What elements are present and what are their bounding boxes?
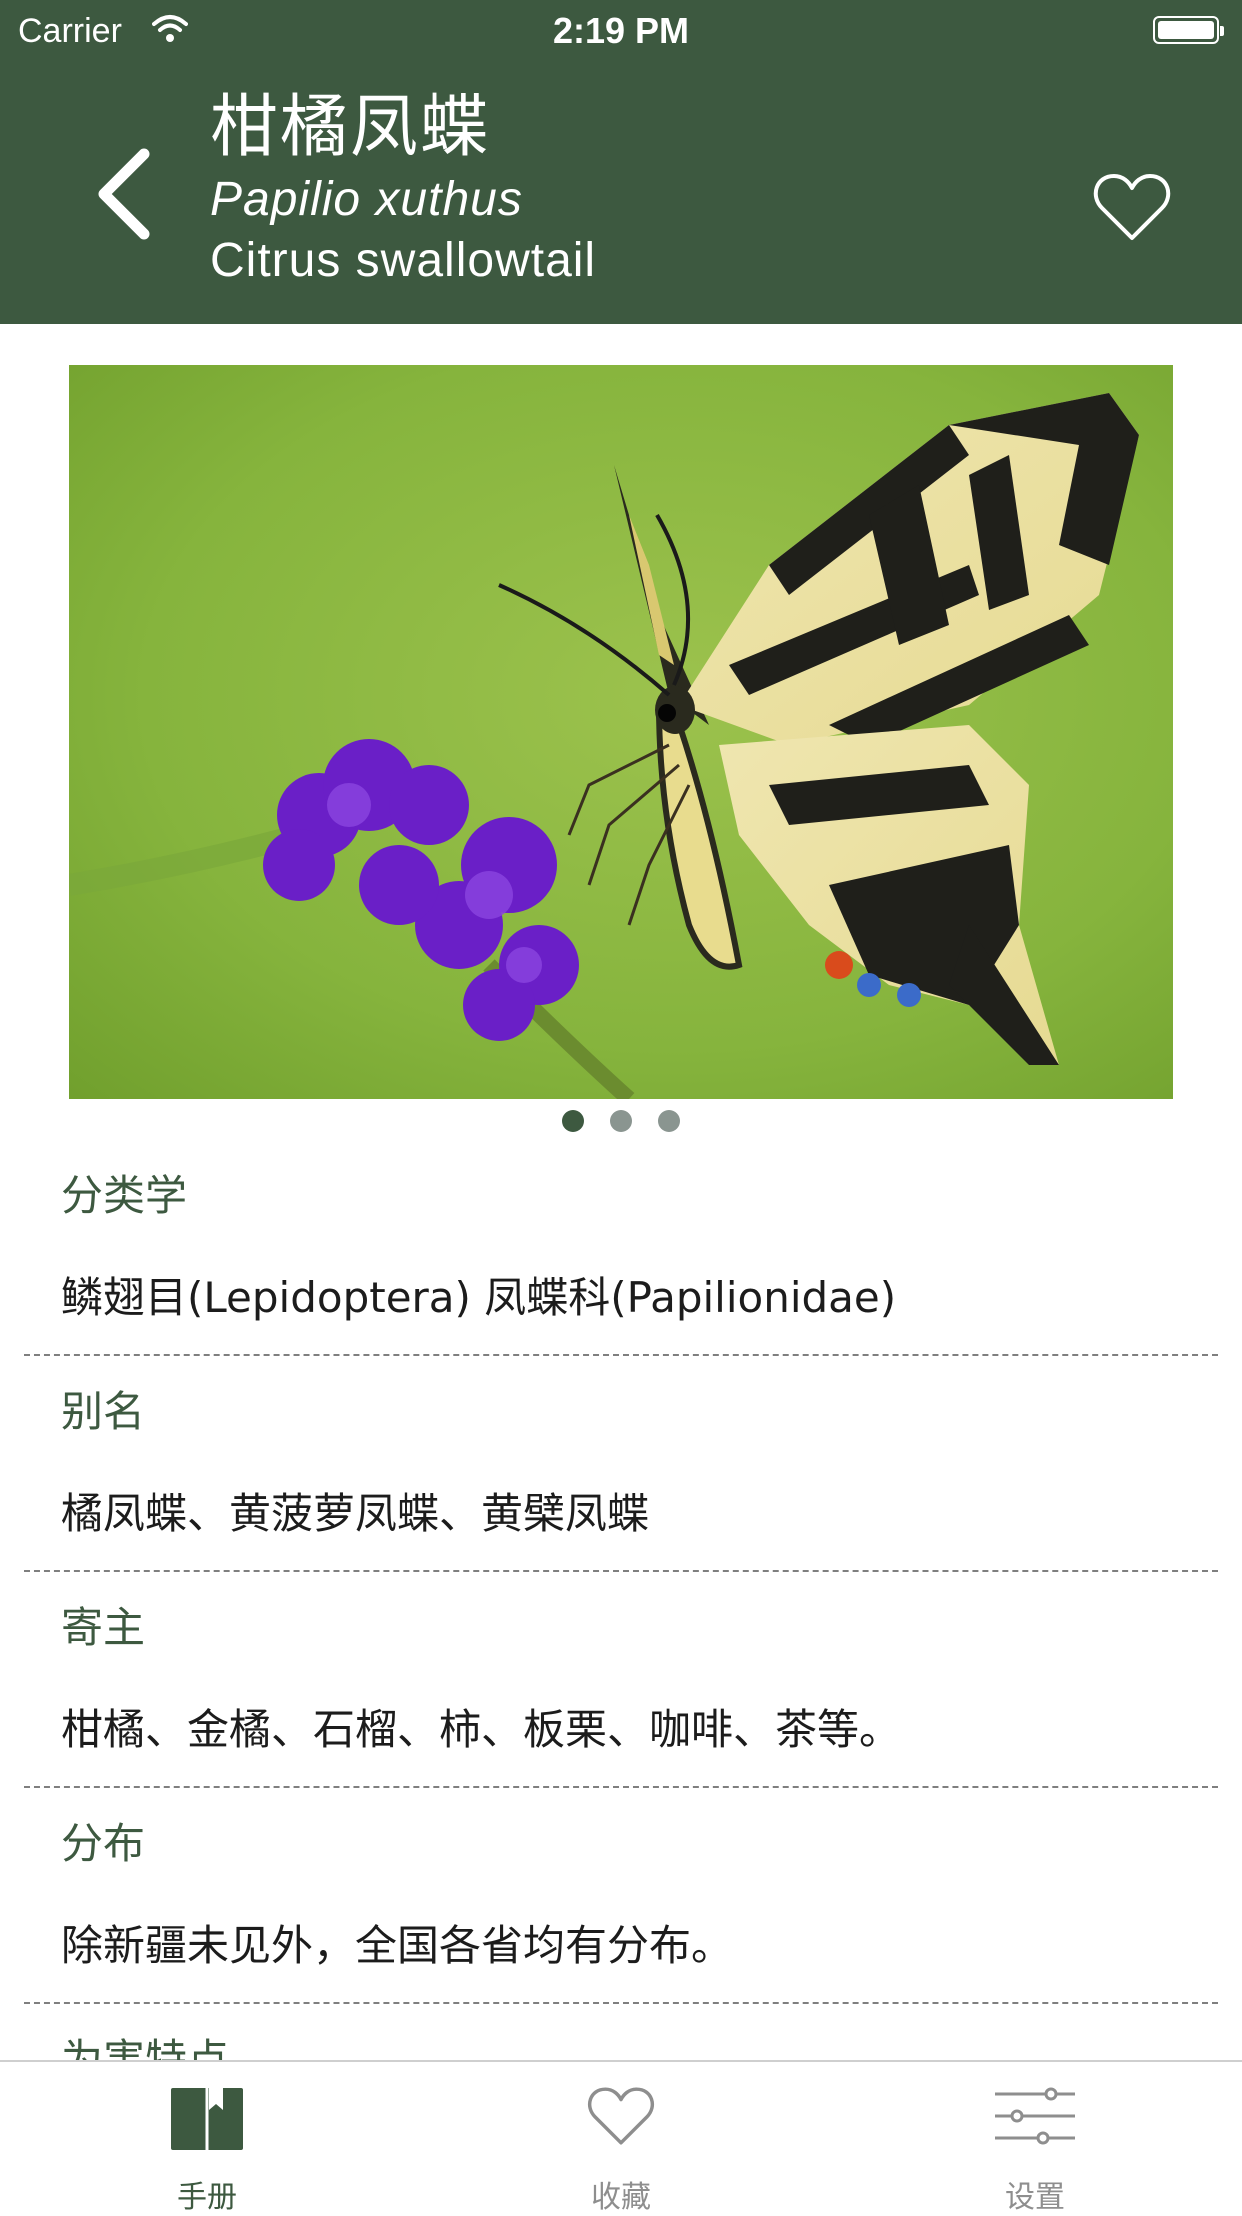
species-title-block: 柑橘凤蝶 Papilio xuthus Citrus swallowtail xyxy=(210,86,596,292)
sliders-icon xyxy=(995,2087,1075,2145)
tab-label: 收藏 xyxy=(591,2180,651,2215)
status-bar: Carrier 2:19 PM xyxy=(0,0,1242,62)
species-photo[interactable] xyxy=(69,365,1173,1099)
title-english: Citrus swallowtail xyxy=(210,234,597,287)
battery-icon xyxy=(1153,16,1224,44)
section-label: 分布 xyxy=(61,1819,146,1868)
heart-outline-icon[interactable] xyxy=(1092,170,1172,244)
species-info-list: 分类学 鳞翅目(Lepidoptera) 凤蝶科(Papilionidae) 别… xyxy=(0,1140,1242,2124)
gallery-page-indicator[interactable] xyxy=(0,1110,1242,1134)
page-dot[interactable] xyxy=(562,1110,584,1132)
section-label: 分类学 xyxy=(61,1171,188,1220)
book-icon xyxy=(171,2088,243,2150)
section-label: 别名 xyxy=(61,1387,146,1436)
tab-handbook[interactable]: 手册 xyxy=(0,2062,414,2215)
tab-label: 设置 xyxy=(1005,2180,1065,2215)
info-section-taxonomy: 分类学 鳞翅目(Lepidoptera) 凤蝶科(Papilionidae) xyxy=(0,1140,1242,1356)
navigation-header: Carrier 2:19 PM 柑橘凤蝶 Papilio xuthus Citr… xyxy=(0,0,1242,324)
info-section-distribution: 分布 除新疆未见外，全国各省均有分布。 xyxy=(0,1788,1242,2004)
clock: 2:19 PM xyxy=(552,10,690,51)
tab-settings[interactable]: 设置 xyxy=(828,2062,1242,2215)
section-value: 除新疆未见外，全国各省均有分布。 xyxy=(61,1921,734,1970)
section-value: 鳞翅目(Lepidoptera) 凤蝶科(Papilionidae) xyxy=(61,1273,897,1322)
section-value: 柑橘、金橘、石榴、柿、板栗、咖啡、茶等。 xyxy=(61,1705,902,1754)
heart-outline-icon xyxy=(587,2087,655,2145)
page-dot[interactable] xyxy=(610,1110,632,1132)
tab-favorites[interactable]: 收藏 xyxy=(414,2062,828,2215)
page-dot[interactable] xyxy=(658,1110,680,1132)
chevron-left-icon[interactable] xyxy=(88,146,158,242)
section-value: 橘凤蝶、黄菠萝凤蝶、黄檗凤蝶 xyxy=(61,1489,650,1538)
tab-label: 手册 xyxy=(177,2180,237,2215)
tab-bar: 手册 收藏 设置 xyxy=(0,2060,1242,2215)
title-chinese: 柑橘凤蝶 xyxy=(210,88,491,167)
section-label: 寄主 xyxy=(61,1603,146,1652)
title-latin: Papilio xuthus xyxy=(210,173,523,226)
info-section-aliases: 别名 橘凤蝶、黄菠萝凤蝶、黄檗凤蝶 xyxy=(0,1356,1242,1572)
info-section-hosts: 寄主 柑橘、金橘、石榴、柿、板栗、咖啡、茶等。 xyxy=(0,1572,1242,1788)
